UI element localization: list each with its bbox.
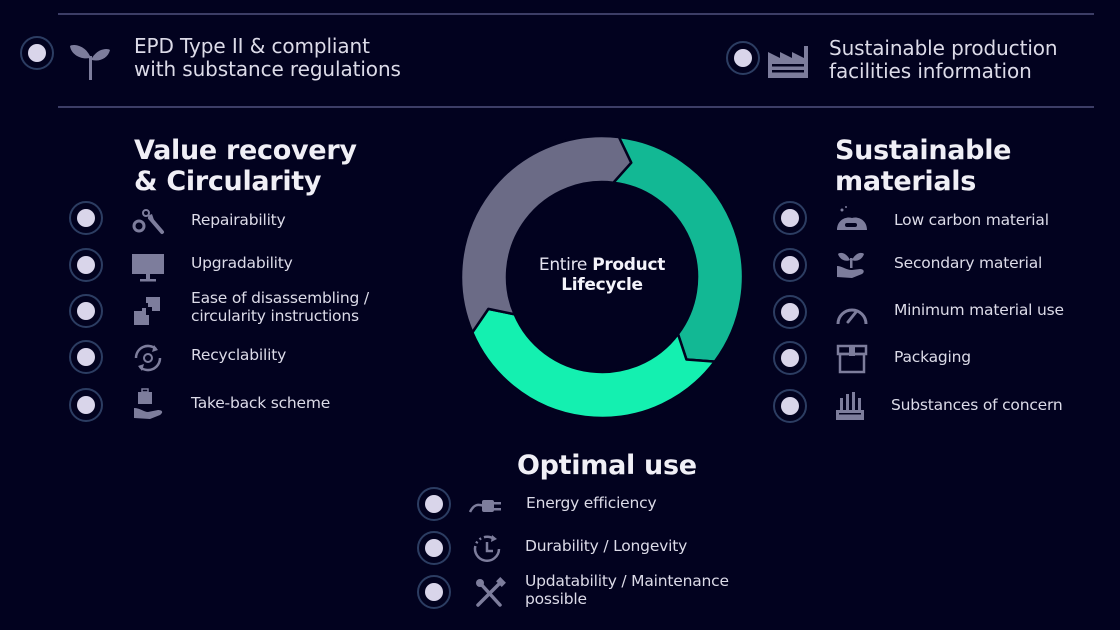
item-label-line2: circularity instructions xyxy=(191,306,359,325)
top-item-label-line1: EPD Type II & compliant xyxy=(134,34,370,58)
bullet[interactable] xyxy=(773,341,807,375)
bullet[interactable] xyxy=(417,575,451,609)
item-label: Packaging xyxy=(894,348,971,366)
gauge-icon xyxy=(834,298,870,330)
item-label-line1: Ease of disassembling / xyxy=(191,289,369,307)
recycle-gear-icon xyxy=(130,342,166,374)
tools-icon xyxy=(472,577,508,609)
sprout-icon xyxy=(68,38,112,80)
section-title-line2: & Circularity xyxy=(134,166,322,198)
bullet[interactable] xyxy=(417,531,451,565)
top-divider xyxy=(58,13,1094,15)
section-title: Optimal use xyxy=(517,450,697,481)
bullet[interactable] xyxy=(69,248,103,282)
donut-segment-optimal-use xyxy=(471,307,717,420)
item-label: Upgradability xyxy=(191,254,293,272)
bullet[interactable] xyxy=(69,294,103,328)
center-label-bold-1: Product xyxy=(592,255,666,275)
bullet[interactable] xyxy=(69,201,103,235)
donut-segment-value-recovery-circularity xyxy=(459,134,633,334)
item-label: Ease of disassembling / circularity inst… xyxy=(191,289,369,326)
item-label: Low carbon material xyxy=(894,211,1049,229)
box-icon xyxy=(834,343,870,375)
item-label-line2: possible xyxy=(525,589,587,608)
bullet[interactable] xyxy=(69,340,103,374)
item-label-line1: Updatability / Maintenance xyxy=(525,572,729,590)
item-label: Substances of concern xyxy=(891,396,1063,414)
bullet[interactable] xyxy=(20,36,54,70)
wrench-gear-icon xyxy=(130,204,166,236)
section-title-line1: Value recovery xyxy=(134,135,357,166)
chemical-plant-icon xyxy=(832,390,868,422)
item-label: Durability / Longevity xyxy=(525,537,688,555)
puzzle-icon xyxy=(130,295,166,327)
item-label: Secondary material xyxy=(894,254,1043,272)
hand-suitcase-icon xyxy=(130,388,166,420)
section-title: Value recovery & Circularity xyxy=(134,135,357,197)
factory-icon xyxy=(766,44,810,80)
bullet[interactable] xyxy=(726,41,760,75)
item-label: Recyclability xyxy=(191,346,287,364)
bullet[interactable] xyxy=(417,487,451,521)
hand-plant-icon xyxy=(834,248,870,280)
bullet[interactable] xyxy=(773,201,807,235)
item-label: Energy efficiency xyxy=(526,494,657,512)
item-label: Repairability xyxy=(191,211,286,229)
center-label-bold-2: Lifecycle xyxy=(561,275,643,296)
top-item-label-line2: with substance regulations xyxy=(134,57,401,81)
co2-cloud-icon xyxy=(834,204,870,236)
donut-segment-sustainable-materials xyxy=(612,135,745,363)
bullet[interactable] xyxy=(773,295,807,329)
center-label-regular: Entire xyxy=(538,255,593,275)
bullet[interactable] xyxy=(773,389,807,423)
bullet[interactable] xyxy=(773,248,807,282)
donut-center-label: Entire Product Lifecycle xyxy=(502,255,702,296)
section-title-line2: materials xyxy=(835,166,976,198)
top-item-label-line1: Sustainable production xyxy=(829,36,1058,60)
item-label: Take-back scheme xyxy=(191,394,331,412)
monitor-icon xyxy=(130,252,166,284)
item-label: Minimum material use xyxy=(894,301,1064,319)
bullet[interactable] xyxy=(69,388,103,422)
top-item-label-line2: facilities information xyxy=(829,59,1032,83)
section-title-line1: Sustainable xyxy=(835,135,1012,166)
header-divider xyxy=(58,106,1094,108)
item-label: Updatability / Maintenance possible xyxy=(525,572,729,609)
plug-icon xyxy=(468,490,504,522)
section-title: Sustainable materials xyxy=(835,135,1011,197)
clock-icon xyxy=(470,533,506,565)
